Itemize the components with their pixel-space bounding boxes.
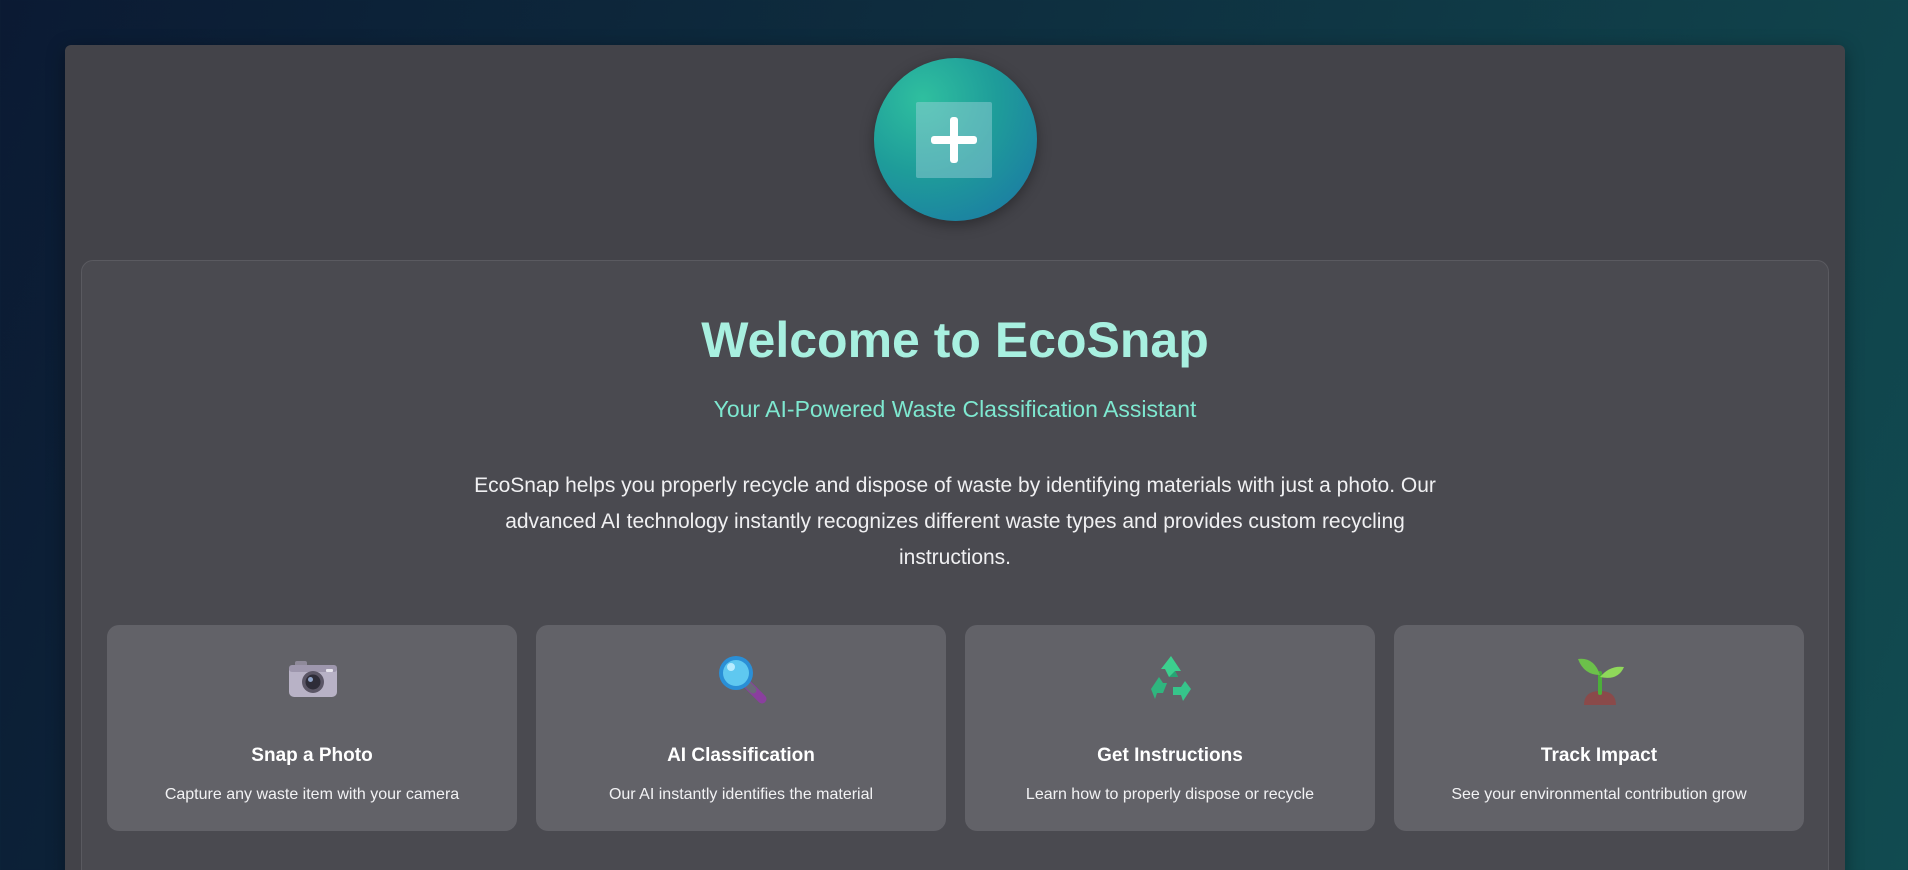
app-logo — [874, 58, 1037, 221]
feature-description: Learn how to properly dispose or recycle — [1025, 786, 1315, 803]
feature-description: See your environmental contribution grow — [1451, 786, 1747, 803]
welcome-card: Welcome to EcoSnap Your AI-Powered Waste… — [81, 260, 1829, 870]
feature-title: AI Classification — [667, 745, 815, 766]
feature-title: Get Instructions — [1097, 745, 1243, 766]
feature-title: Track Impact — [1540, 745, 1658, 766]
seedling-icon — [1578, 658, 1624, 705]
page-title: Welcome to EcoSnap — [701, 312, 1209, 368]
feature-card-snap-photo: Snap a Photo Capture any waste item with… — [107, 625, 517, 831]
feature-card-ai-classification: AI Classification Our AI instantly ident… — [536, 625, 946, 831]
welcome-description: EcoSnap helps you properly recycle and d… — [474, 474, 1436, 569]
recycle-icon — [1151, 656, 1191, 701]
plus-icon — [916, 102, 992, 178]
magnifier-icon — [719, 656, 767, 704]
feature-list: Snap a Photo Capture any waste item with… — [107, 625, 1804, 831]
app-window: Welcome to EcoSnap Your AI-Powered Waste… — [65, 45, 1845, 870]
feature-card-track-impact: Track Impact See your environmental cont… — [1394, 625, 1804, 831]
feature-description: Our AI instantly identifies the material — [608, 786, 874, 803]
feature-card-get-instructions: Get Instructions Learn how to properly d… — [965, 625, 1375, 831]
page-subtitle: Your AI-Powered Waste Classification Ass… — [713, 396, 1197, 422]
feature-title: Snap a Photo — [251, 745, 373, 766]
camera-icon — [289, 661, 337, 697]
feature-description: Capture any waste item with your camera — [164, 786, 460, 803]
